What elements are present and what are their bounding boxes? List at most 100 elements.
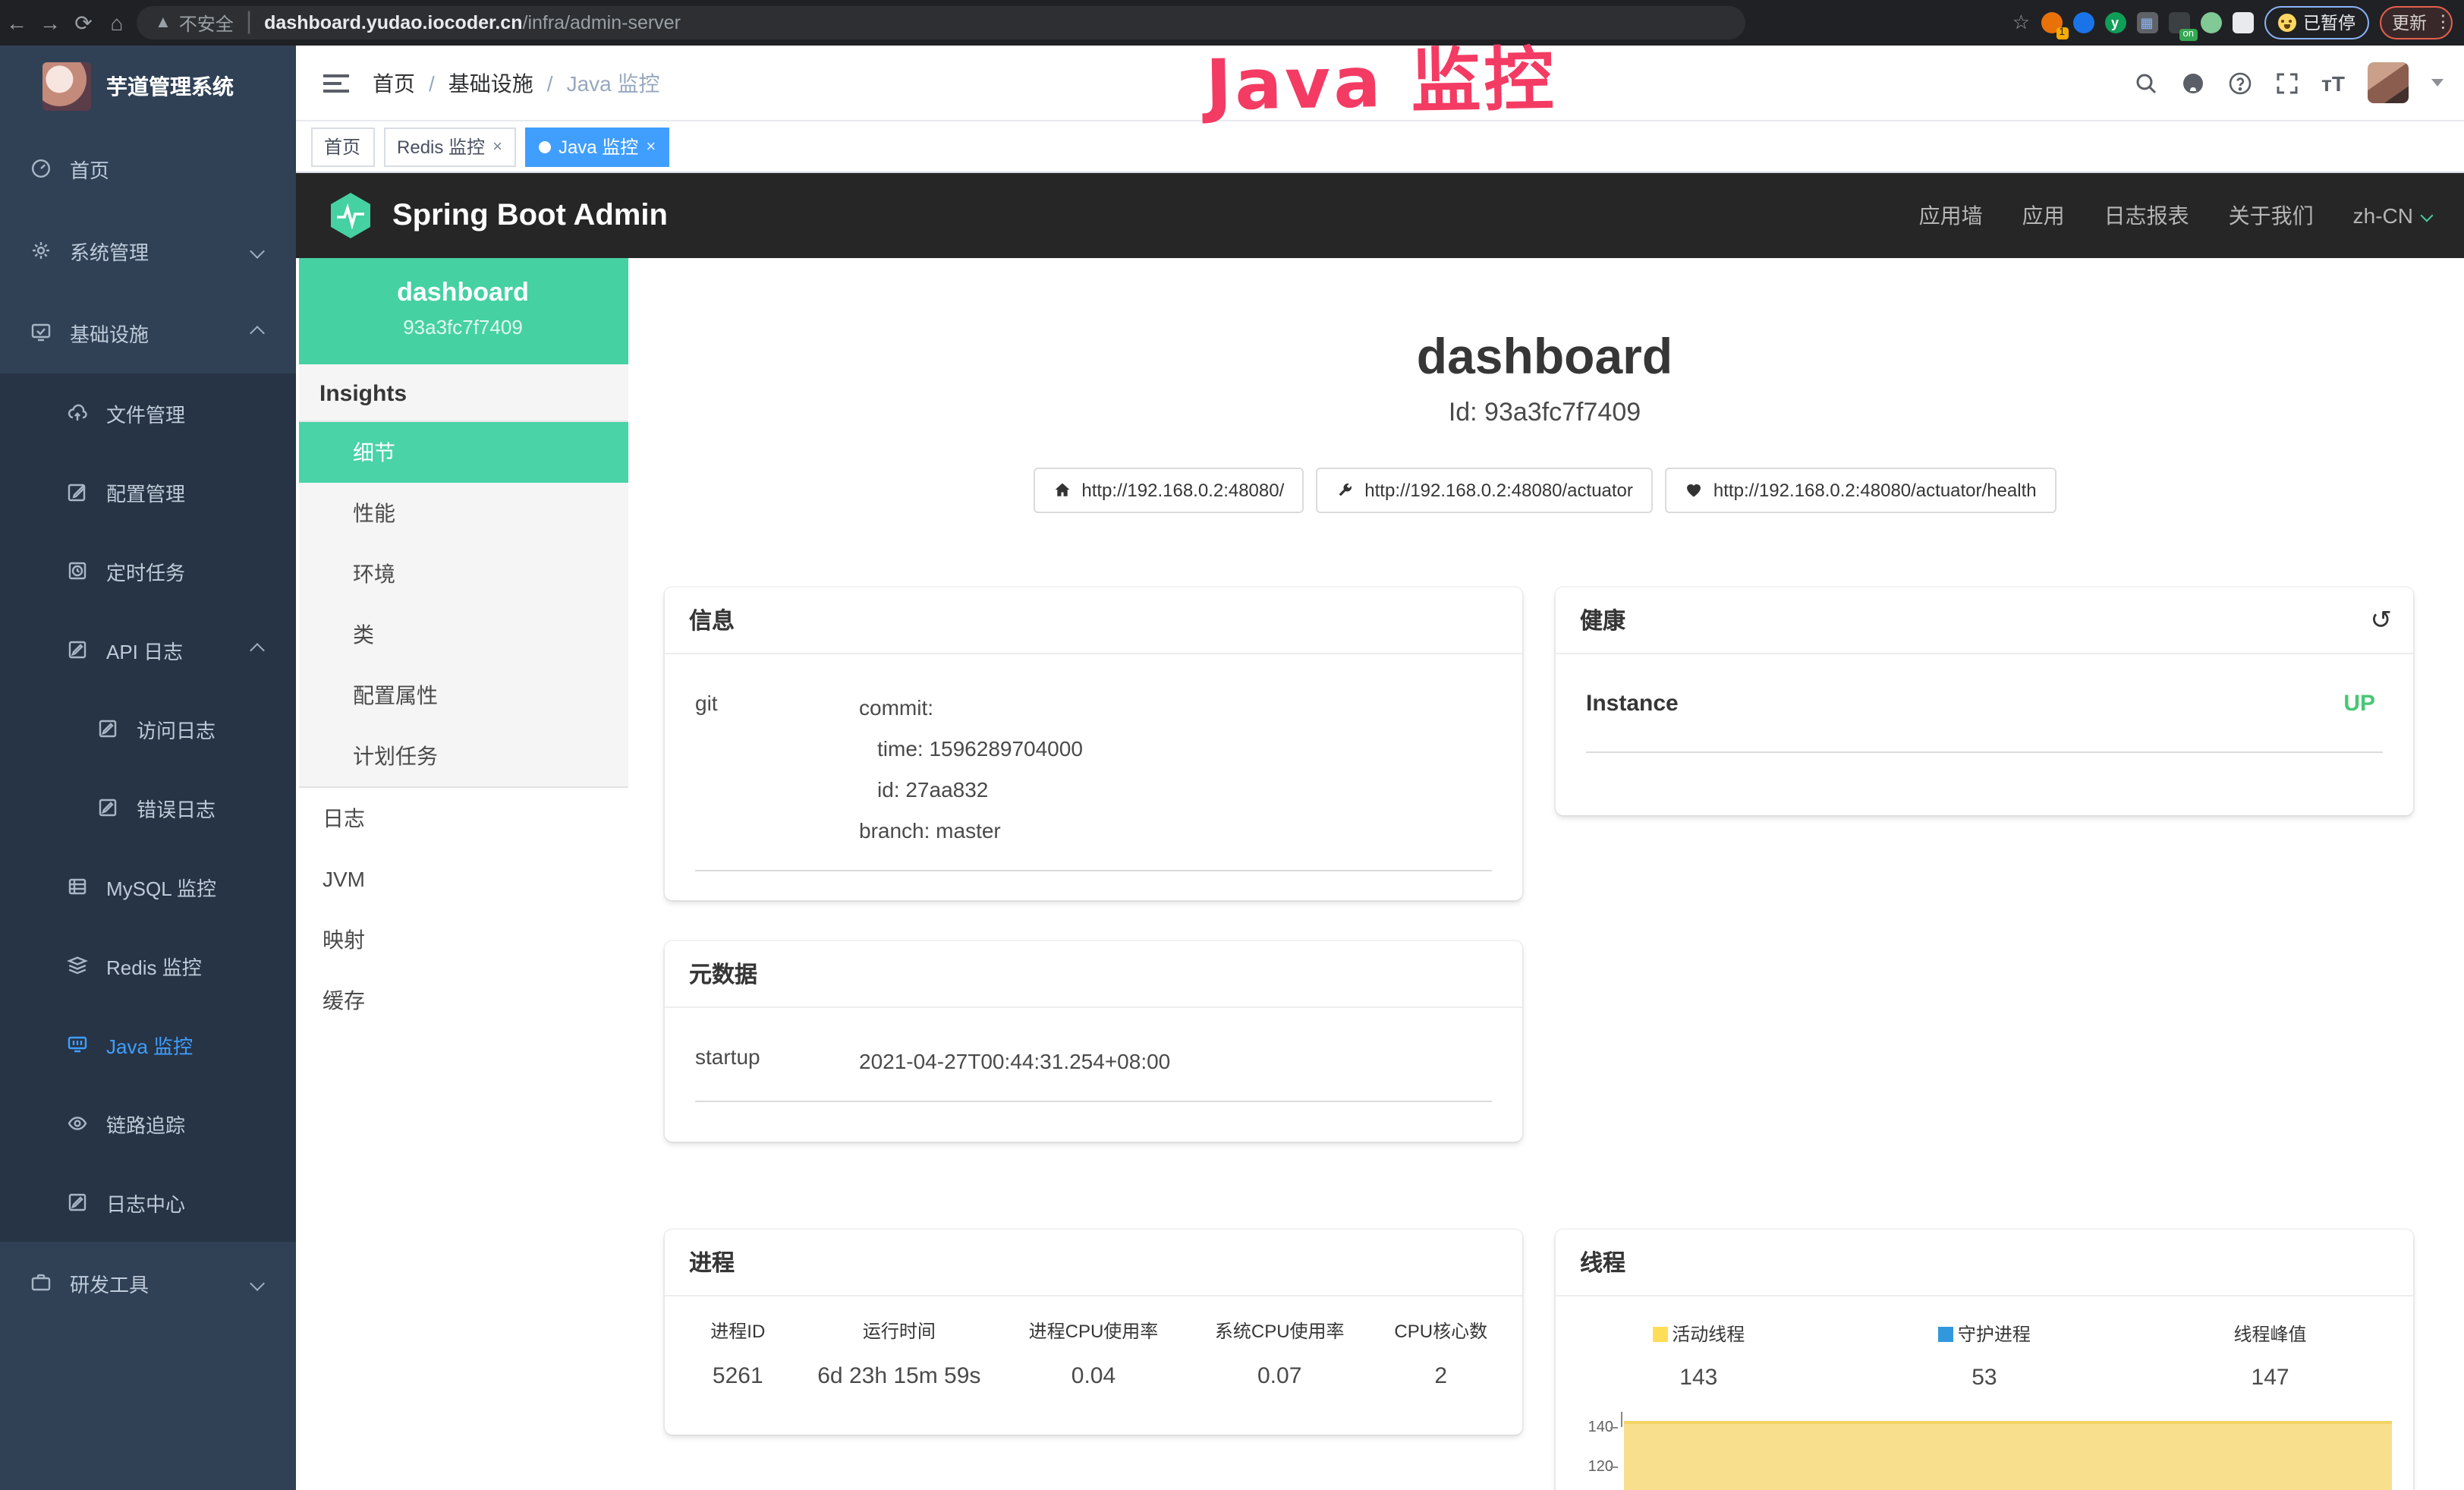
reload-icon[interactable]: ⟳ xyxy=(67,10,100,36)
sba-instance-header[interactable]: dashboard 93a3fc7f7409 xyxy=(298,258,628,364)
sba-header: Spring Boot Admin 应用墙 应用 日志报表 关于我们 zh-CN xyxy=(295,173,2464,258)
address-bar[interactable]: ▲ 不安全 | dashboard.yudao.iocoder.cn /infr… xyxy=(137,6,1745,39)
sidebar-item-log-center[interactable]: 日志中心 xyxy=(0,1163,295,1242)
back-icon[interactable]: ← xyxy=(0,11,33,35)
live-threads-area xyxy=(1624,1421,2392,1490)
chevron-down-icon xyxy=(2421,209,2434,222)
admin-sidebar: 芋道管理系统 首页 系统管理 基础设施 文件管理 xyxy=(0,46,295,1490)
sba-main: dashboard Id: 93a3fc7f7409 http://192.16… xyxy=(625,258,2464,1490)
y-tick-140: 140 xyxy=(1568,1419,1613,1436)
metadata-row-key: startup xyxy=(695,1044,760,1069)
breadcrumb-infra[interactable]: 基础设施 xyxy=(448,68,533,98)
gear-icon xyxy=(30,240,52,261)
instance-id: 93a3fc7f7409 xyxy=(298,316,628,339)
search-icon[interactable] xyxy=(2133,71,2157,95)
profile-paused-button[interactable]: 已暂停 xyxy=(2264,6,2369,39)
sidebar-item-java-monitor[interactable]: Java 监控 xyxy=(0,1005,295,1084)
collapse-sidebar-icon[interactable] xyxy=(323,69,348,96)
eye-icon xyxy=(67,1113,88,1134)
extensions-puzzle-icon[interactable] xyxy=(2232,12,2253,33)
sba-item-logging[interactable]: 日志 xyxy=(298,788,628,849)
metadata-row-value: 2021-04-27T00:44:31.254+08:00 xyxy=(859,1041,1492,1082)
health-url-button[interactable]: http://192.168.0.2:48080/actuator/health xyxy=(1665,468,2056,513)
sba-item-jvm[interactable]: JVM xyxy=(298,849,628,909)
close-icon[interactable]: × xyxy=(492,137,502,156)
sidebar-item-access-log[interactable]: 访问日志 xyxy=(0,689,295,768)
sidebar-item-config-manage[interactable]: 配置管理 xyxy=(0,452,295,531)
extension-onoff-icon[interactable]: on xyxy=(2168,12,2189,33)
actuator-url-button[interactable]: http://192.168.0.2:48080/actuator xyxy=(1316,468,1653,513)
close-icon[interactable]: × xyxy=(646,137,656,156)
sidebar-item-system-manage[interactable]: 系统管理 xyxy=(0,209,295,291)
extension-y-icon[interactable]: y xyxy=(2104,12,2126,33)
service-url-button[interactable]: http://192.168.0.2:48080/ xyxy=(1033,468,1304,513)
breadcrumb-home[interactable]: 首页 xyxy=(373,68,415,98)
sba-nav-journal[interactable]: 日志报表 xyxy=(2104,200,2189,231)
info-row-value: commit: time: 1596289704000 id: 27aa832 … xyxy=(859,688,1492,852)
github-icon[interactable] xyxy=(2180,71,2204,95)
java-monitor-icon xyxy=(67,1034,88,1055)
sba-item-config-props[interactable]: 配置属性 xyxy=(298,665,628,726)
extension-grid-icon[interactable]: ▦ xyxy=(2136,12,2157,33)
home-icon[interactable]: ⌂ xyxy=(100,11,134,35)
font-size-icon[interactable]: тT xyxy=(2321,71,2345,95)
sba-language-select[interactable]: zh-CN xyxy=(2353,203,2431,228)
process-table: 进程ID 运行时间 进程CPU使用率 系统CPU使用率 CPU核心数 5261 … xyxy=(665,1296,1522,1389)
breadcrumb-current: Java 监控 xyxy=(567,68,660,98)
sidebar-item-file-manage[interactable]: 文件管理 xyxy=(0,373,295,452)
tab-java-monitor[interactable]: Java 监控× xyxy=(525,127,669,166)
sidebar-item-redis-monitor[interactable]: Redis 监控 xyxy=(0,926,295,1005)
app-logo[interactable]: 芋道管理系统 xyxy=(0,46,295,128)
sidebar-item-api-log[interactable]: API 日志 xyxy=(0,610,295,689)
help-icon[interactable] xyxy=(2227,71,2252,95)
extension-icon[interactable]: 1 xyxy=(2041,12,2062,33)
sba-item-classes[interactable]: 类 xyxy=(298,604,628,665)
sidebar-item-scheduled-job[interactable]: 定时任务 xyxy=(0,531,295,610)
sba-item-scheduled-tasks[interactable]: 计划任务 xyxy=(298,726,628,786)
warning-icon: ▲ xyxy=(155,14,172,32)
sba-item-environment[interactable]: 环境 xyxy=(298,543,628,604)
sba-nav-about[interactable]: 关于我们 xyxy=(2229,200,2314,231)
process-card-title: 进程 xyxy=(689,1246,735,1278)
sidebar-item-trace[interactable]: 链路追踪 xyxy=(0,1084,295,1163)
home-icon xyxy=(1053,481,1071,499)
forward-icon[interactable]: → xyxy=(33,11,67,35)
user-avatar[interactable] xyxy=(2368,62,2409,103)
sba-item-metrics[interactable]: 性能 xyxy=(298,483,628,543)
threads-card: 线程 活动线程 143 守护进程 53 线程峰值 xyxy=(1556,1230,2413,1490)
bookmark-star-icon[interactable]: ☆ xyxy=(2012,11,2030,35)
process-table-header: 进程ID 运行时间 进程CPU使用率 系统CPU使用率 CPU核心数 xyxy=(680,1318,1507,1344)
sidebar-item-home[interactable]: 首页 xyxy=(0,128,295,209)
instance-urls: http://192.168.0.2:48080/ http://192.168… xyxy=(625,468,2464,513)
extension-leaf-icon[interactable] xyxy=(2200,12,2221,33)
system-cpu: 0.07 xyxy=(1185,1363,1375,1389)
sidebar-item-infrastructure[interactable]: 基础设施 xyxy=(0,291,295,373)
security-label: 不安全 xyxy=(179,10,234,36)
user-menu-caret-icon[interactable] xyxy=(2431,79,2444,87)
sba-item-details[interactable]: 细节 xyxy=(298,422,628,483)
sba-item-caches[interactable]: 缓存 xyxy=(298,970,628,1031)
metadata-card: 元数据 startup 2021-04-27T00:44:31.254+08:0… xyxy=(665,941,1522,1142)
fullscreen-icon[interactable] xyxy=(2274,71,2299,95)
chrome-update-button[interactable]: 更新 ⋮ xyxy=(2380,6,2453,39)
tab-home[interactable]: 首页 xyxy=(310,127,374,166)
edit-square-icon xyxy=(67,481,88,502)
extension-pin-icon[interactable] xyxy=(2072,12,2094,33)
chrome-menu-icon[interactable]: ⋮ xyxy=(2434,19,2440,27)
layers-icon xyxy=(67,955,88,976)
tab-redis-monitor[interactable]: Redis 监控× xyxy=(383,127,516,166)
sba-nav-applications[interactable]: 应用 xyxy=(2022,200,2065,231)
sidebar-item-error-log[interactable]: 错误日志 xyxy=(0,768,295,847)
status-badge: UP xyxy=(2343,691,2375,717)
sba-nav-wallboard[interactable]: 应用墙 xyxy=(1919,200,1983,231)
monitor-check-icon xyxy=(30,322,52,343)
sidebar-item-mysql-monitor[interactable]: MySQL 监控 xyxy=(0,847,295,926)
sba-brand-title[interactable]: Spring Boot Admin xyxy=(392,198,668,233)
cloud-upload-icon xyxy=(67,402,88,424)
sidebar-item-dev-tools[interactable]: 研发工具 xyxy=(0,1242,295,1324)
legend-daemon-threads: 守护进程 53 xyxy=(1842,1321,2128,1391)
breadcrumb: 首页 / 基础设施 / Java 监控 xyxy=(373,68,660,98)
sba-item-mappings[interactable]: 映射 xyxy=(298,909,628,970)
timer-doc-icon xyxy=(67,560,88,581)
history-icon[interactable]: ↺ xyxy=(2371,605,2393,635)
